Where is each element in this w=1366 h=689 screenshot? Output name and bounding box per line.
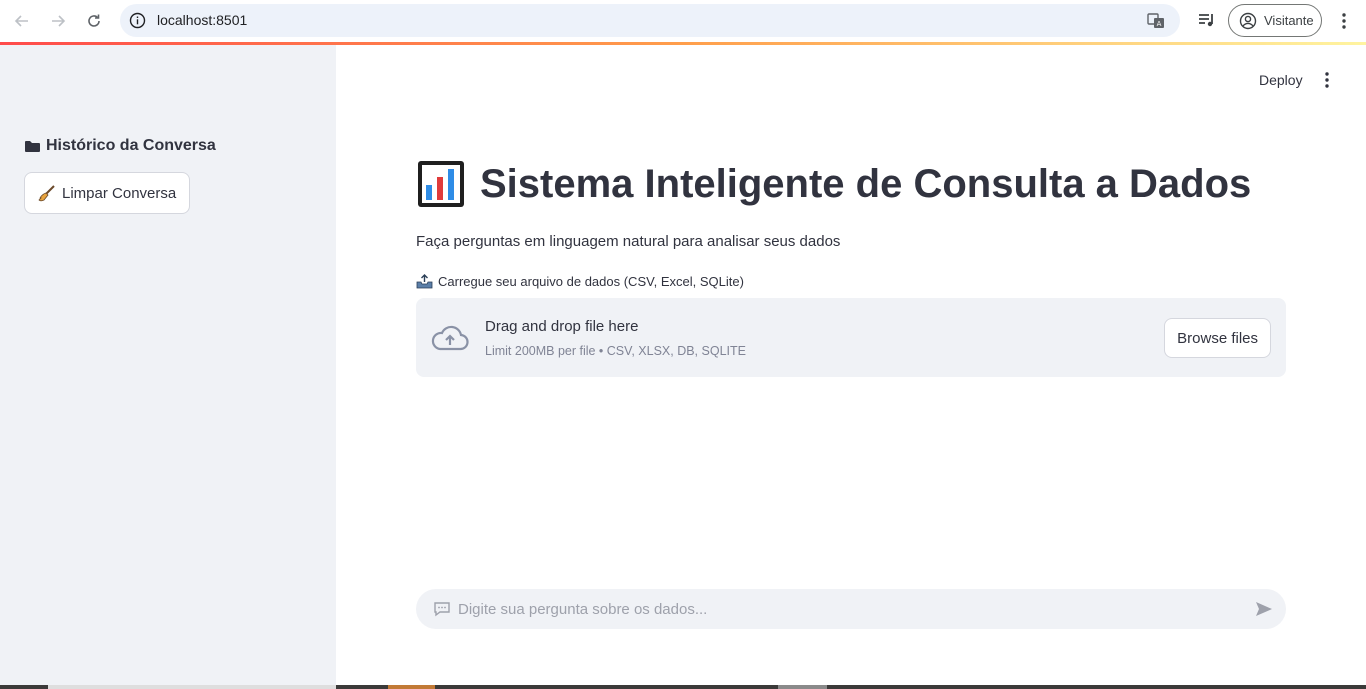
cloud-upload-icon (431, 325, 469, 351)
kebab-menu-icon (1342, 13, 1346, 29)
taskbar-segment (388, 685, 435, 689)
broom-icon (38, 185, 55, 202)
dropzone-title: Drag and drop file here (485, 318, 639, 335)
back-button[interactable] (9, 8, 35, 34)
app-menu-button[interactable] (1317, 69, 1337, 91)
site-info-icon[interactable] (129, 12, 146, 29)
sidebar: Histórico da Conversa Limpar Conversa (0, 45, 336, 685)
url-text[interactable]: localhost:8501 (157, 12, 247, 28)
translate-icon[interactable]: A (1146, 11, 1166, 31)
deploy-button[interactable]: Deploy (1259, 72, 1303, 88)
media-controls-icon[interactable] (1196, 10, 1218, 32)
file-dropzone[interactable]: Drag and drop file here Limit 200MB per … (416, 298, 1286, 377)
page-title-text: Sistema Inteligente de Consulta a Dados (480, 161, 1252, 206)
page-title: Sistema Inteligente de Consulta a Dados (416, 159, 1251, 209)
dropzone-limit-text: Limit 200MB per file • CSV, XLSX, DB, SQ… (485, 344, 746, 358)
address-bar[interactable]: localhost:8501 A (120, 4, 1180, 37)
clear-conversation-label: Limpar Conversa (62, 184, 177, 202)
sidebar-title-text: Histórico da Conversa (46, 137, 216, 154)
taskbar-segment (48, 685, 336, 689)
taskbar-segment (778, 685, 827, 689)
upload-label-text: Carregue seu arquivo de dados (CSV, Exce… (438, 274, 744, 289)
chat-bubble-icon (434, 602, 450, 617)
folder-icon (25, 141, 40, 152)
svg-text:A: A (1157, 20, 1162, 28)
arrow-left-icon (14, 15, 28, 27)
main-content: Deploy Sistema Inteligente de Consulta a… (336, 45, 1366, 685)
outbox-tray-icon (416, 274, 433, 289)
reload-button[interactable] (81, 8, 107, 34)
kebab-menu-icon (1325, 72, 1329, 88)
sidebar-title: Histórico da Conversa (24, 137, 216, 155)
profile-button[interactable]: Visitante (1228, 4, 1322, 37)
send-icon[interactable] (1254, 599, 1274, 619)
arrow-right-icon (52, 15, 66, 27)
reload-icon (88, 14, 100, 27)
taskbar-strip (0, 685, 1366, 689)
browser-menu-button[interactable] (1334, 9, 1354, 33)
chat-input-container[interactable] (416, 589, 1286, 629)
browser-toolbar: localhost:8501 A Visitante (0, 0, 1366, 42)
forward-button[interactable] (45, 8, 71, 34)
upload-label: Carregue seu arquivo de dados (CSV, Exce… (416, 274, 744, 289)
clear-conversation-button[interactable]: Limpar Conversa (24, 172, 191, 214)
account-circle-icon (1239, 12, 1257, 29)
page-subtitle: Faça perguntas em linguagem natural para… (416, 233, 841, 250)
chat-input[interactable] (458, 589, 1238, 629)
bar-chart-icon (418, 161, 464, 207)
profile-label: Visitante (1264, 13, 1314, 28)
browse-files-button[interactable]: Browse files (1164, 318, 1271, 358)
